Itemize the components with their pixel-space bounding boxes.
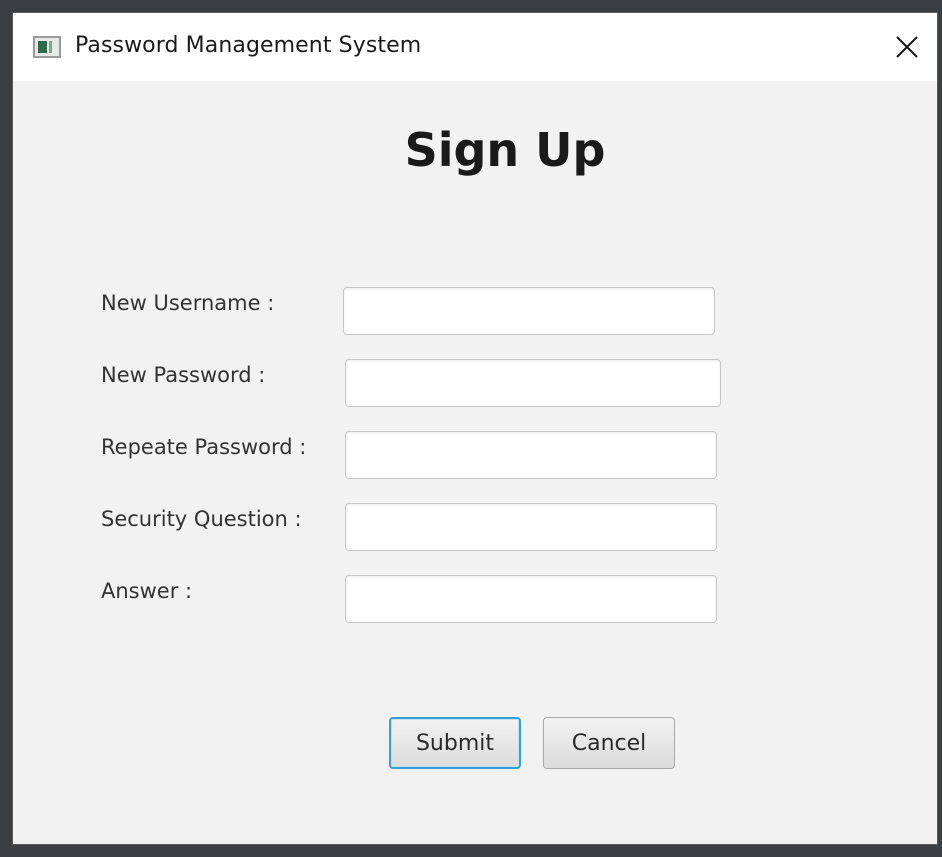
close-button[interactable] [883,23,931,71]
new-username-input[interactable] [343,287,715,335]
repeat-password-input[interactable] [345,431,717,479]
window-title: Password Management System [75,33,422,58]
repeat-password-label: Repeate Password : [101,435,307,459]
security-question-label: Security Question : [101,507,302,531]
title-bar[interactable]: Password Management System [13,13,937,81]
answer-input[interactable] [345,575,717,623]
security-question-input[interactable] [345,503,717,551]
new-password-input[interactable] [345,359,721,407]
submit-button[interactable]: Submit [389,717,521,769]
cancel-button[interactable]: Cancel [543,717,675,769]
new-password-label: New Password : [101,363,266,387]
answer-label: Answer : [101,579,193,603]
page-title: Sign Up [404,123,606,177]
app-window-icon [33,36,61,58]
signup-window: Password Management System Sign Up New U… [12,12,938,845]
new-username-label: New Username : [101,291,275,315]
close-icon [896,36,918,58]
